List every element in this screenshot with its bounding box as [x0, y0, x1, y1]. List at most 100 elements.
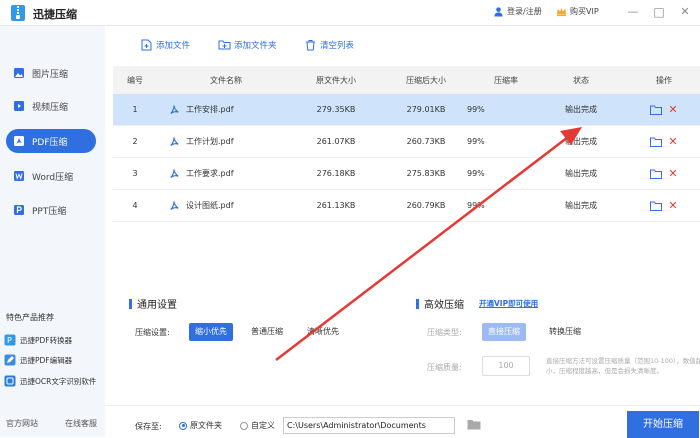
row-ops: ✕ [628, 190, 700, 221]
online-support-link[interactable]: 在线客服 [65, 418, 97, 429]
compress-setting-label: 压缩设置: [135, 328, 170, 337]
row-ops: ✕ [628, 94, 700, 125]
table-row[interactable]: 1 工作安排.pdf 279.35KB 279.01KB 99% 输出完成 ✕ [113, 94, 700, 126]
featured-pdf-converter[interactable]: P 迅捷PDF转换器 [4, 334, 72, 346]
featured-ocr[interactable]: 迅捷OCR文字识别软件 [4, 375, 96, 387]
buy-vip-button[interactable]: 购买VIP [556, 6, 599, 17]
settings-panel: 通用设置 压缩设置: 缩小优先 普通压缩 清晰优先 高效压缩 开通VIP即可使用… [113, 284, 700, 402]
sidebar-item-image[interactable]: 图片压缩 [6, 61, 96, 85]
row-num: 1 [132, 105, 138, 114]
row-comp-size: 275.83KB [406, 169, 446, 178]
row-comp-size: 260.79KB [406, 201, 446, 210]
row-orig-size: 279.35KB [316, 105, 356, 114]
type-convert[interactable]: 转换压缩 [543, 323, 587, 341]
pdf-icon [14, 136, 24, 146]
open-vip-link[interactable]: 开通VIP即可使用 [479, 298, 538, 309]
featured-title: 特色产品推荐 [6, 313, 54, 322]
pdf-file-icon [170, 201, 179, 211]
add-folder-button[interactable]: 添加文件夹 [218, 39, 277, 51]
bottom-bar: 保存至: 原文件夹 自定义 C:\Users\Administrator\Doc… [105, 405, 700, 438]
add-folder-icon [218, 40, 231, 50]
delete-icon[interactable]: ✕ [668, 135, 677, 148]
option-clarity[interactable]: 清晰优先 [301, 323, 345, 341]
header-num: 编号 [127, 75, 143, 85]
efficient-compress-title: 高效压缩 [424, 300, 464, 311]
option-smallest[interactable]: 缩小优先 [189, 323, 233, 341]
row-orig-size: 276.18KB [316, 169, 356, 178]
pdf-file-icon [170, 137, 179, 147]
row-num: 4 [132, 201, 138, 210]
save-to-label: 保存至: [135, 422, 162, 431]
open-folder-icon[interactable] [650, 105, 663, 115]
radio-selected-icon [179, 421, 187, 430]
row-status: 输出完成 [565, 201, 597, 210]
row-rate: 99% [467, 137, 485, 146]
row-name: 工作计划.pdf [186, 137, 234, 146]
radio-custom[interactable]: 自定义 [240, 420, 275, 431]
table-row[interactable]: 2 工作计划.pdf 261.07KB 260.73KB 99% 输出完成 ✕ [113, 126, 700, 158]
add-folder-label: 添加文件夹 [234, 41, 277, 51]
sidebar-item-word[interactable]: Word压缩 [6, 164, 96, 188]
quality-input[interactable]: 100 [482, 356, 530, 376]
login-button[interactable]: 登录/注册 [493, 6, 542, 17]
close-button[interactable]: ✕ [677, 4, 693, 20]
open-folder-icon[interactable] [650, 201, 663, 211]
maximize-button[interactable]: □ [651, 4, 667, 20]
row-name-cell: 工作计划.pdf [161, 126, 291, 157]
general-settings-title: 通用设置 [137, 300, 177, 311]
browse-folder-icon[interactable] [467, 419, 481, 430]
type-direct[interactable]: 直接压缩 [482, 323, 526, 341]
header-rate: 压缩率 [494, 75, 518, 85]
section-marker [416, 298, 419, 309]
delete-icon[interactable]: ✕ [668, 199, 677, 212]
clear-list-label: 清空列表 [320, 41, 355, 51]
pdf-converter-icon: P [4, 334, 16, 346]
option-normal[interactable]: 普通压缩 [245, 323, 289, 341]
table-row[interactable]: 3 工作要求.pdf 276.18KB 275.83KB 99% 输出完成 ✕ [113, 158, 700, 190]
radio-custom-label: 自定义 [251, 421, 275, 430]
header-name: 文件名称 [210, 75, 242, 85]
pdf-editor-icon [4, 354, 16, 366]
official-site-link[interactable]: 官方网站 [6, 418, 38, 429]
radio-unselected-icon [240, 421, 248, 430]
word-icon [14, 171, 24, 181]
featured-label: 迅捷OCR文字识别软件 [20, 376, 97, 386]
row-num: 2 [132, 137, 138, 146]
section-marker [129, 298, 132, 309]
trash-icon [306, 40, 315, 51]
sidebar-item-pdf[interactable]: PDF压缩 [6, 129, 96, 153]
row-name: 设计图纸.pdf [186, 201, 234, 210]
row-rate: 99% [467, 201, 485, 210]
save-path-input[interactable]: C:\Users\Administrator\Documents [283, 417, 455, 434]
app-title: 迅捷压缩 [33, 8, 77, 21]
ppt-icon [14, 205, 24, 215]
clear-list-button[interactable]: 清空列表 [304, 39, 354, 51]
sidebar-item-ppt[interactable]: PPT压缩 [6, 198, 96, 222]
row-orig-size: 261.13KB [316, 201, 356, 210]
toolbar: 添加文件 添加文件夹 清空列表 [105, 26, 700, 66]
add-file-button[interactable]: 添加文件 [140, 39, 190, 51]
efficient-compress-heading: 高效压缩 [416, 296, 464, 311]
crown-icon [556, 7, 567, 17]
sidebar-item-label: Word压缩 [32, 172, 74, 183]
delete-icon[interactable]: ✕ [668, 103, 677, 116]
sidebar-item-label: PDF压缩 [32, 137, 68, 148]
quality-hint: 直接压缩方法可设置压缩质量（范围10-100），数值越小，压缩程度越高，但是会损… [546, 357, 700, 375]
general-settings-heading: 通用设置 [129, 296, 177, 311]
sidebar-item-video[interactable]: 视频压缩 [6, 94, 96, 118]
radio-original-folder[interactable]: 原文件夹 [179, 420, 222, 431]
sidebar-item-label: 视频压缩 [32, 102, 69, 113]
image-icon [14, 68, 24, 78]
start-compress-button[interactable]: 开始压缩 [627, 411, 699, 438]
minimize-button[interactable]: — [625, 4, 641, 20]
radio-original-label: 原文件夹 [190, 421, 222, 430]
open-folder-icon[interactable] [650, 137, 663, 147]
login-label: 登录/注册 [507, 7, 542, 16]
delete-icon[interactable]: ✕ [668, 167, 677, 180]
open-folder-icon[interactable] [650, 169, 663, 179]
vip-label: 购买VIP [570, 7, 599, 16]
compress-type-label: 压缩类型: [427, 328, 462, 337]
table-row[interactable]: 4 设计图纸.pdf 261.13KB 260.79KB 99% 输出完成 ✕ [113, 190, 700, 222]
featured-pdf-editor[interactable]: 迅捷PDF编辑器 [4, 354, 72, 366]
title-bar: 迅捷压缩 登录/注册 购买VIP — □ ✕ [0, 0, 700, 26]
